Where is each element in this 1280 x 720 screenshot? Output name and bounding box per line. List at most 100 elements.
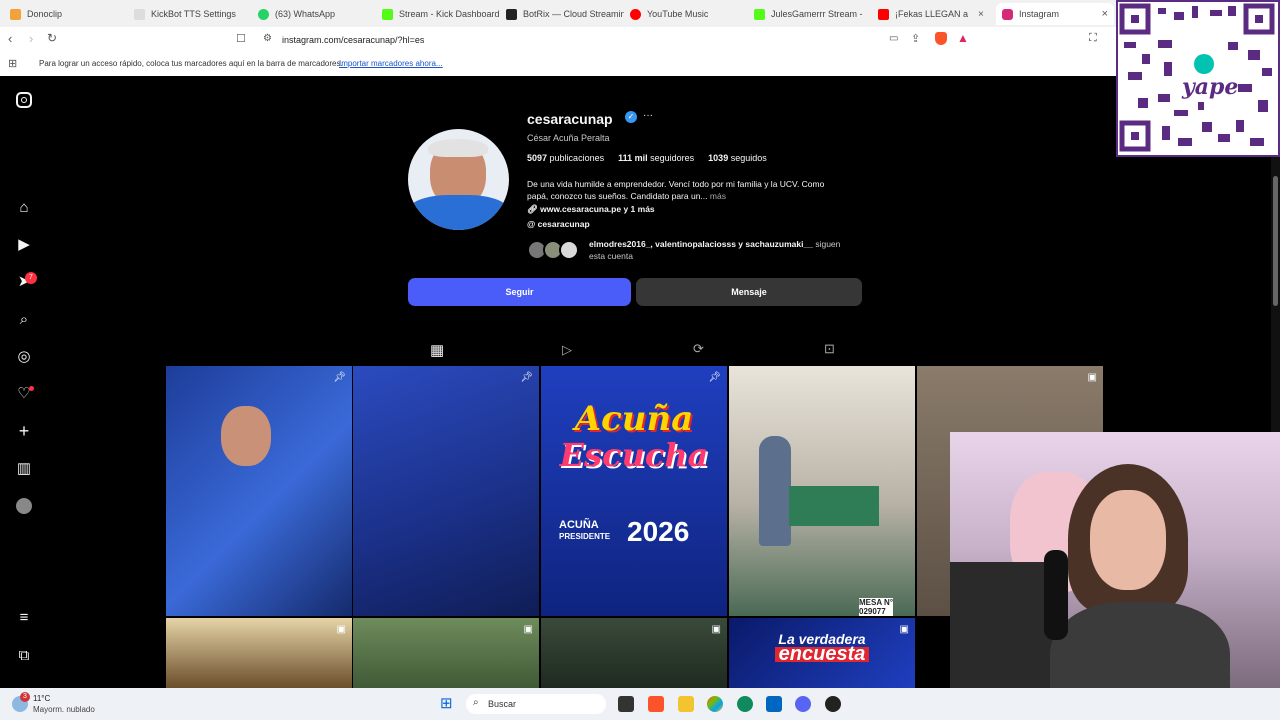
followers-stat[interactable]: 111 mil seguidores <box>618 153 694 163</box>
qr-code: yape <box>1119 3 1275 152</box>
post-year: 2026 <box>627 516 690 547</box>
posts-count: 5097 <box>527 153 548 163</box>
taskbar-search[interactable]: ⌕ Buscar <box>466 694 606 714</box>
discord-icon[interactable] <box>795 696 811 712</box>
tab-whatsapp[interactable]: (63) WhatsApp <box>258 3 376 25</box>
close-icon[interactable]: × <box>978 9 984 20</box>
dashboard-icon[interactable]: ▥ <box>15 460 33 478</box>
address-bar[interactable]: ⚙ instagram.com/cesaracunap/?hl=es <box>255 30 975 50</box>
menu-icon[interactable]: ≡ <box>15 609 33 627</box>
tab-instagram[interactable]: Instagram × <box>996 3 1114 25</box>
post-thumbnail[interactable]: ▣ <box>541 618 727 688</box>
cast-icon[interactable]: ▭ <box>889 33 898 44</box>
followed-by-avatars[interactable] <box>527 240 587 260</box>
profile-link[interactable]: 🔗︎ www.cesaracuna.pe y 1 más <box>527 204 655 215</box>
yape-qr-overlay: yape <box>1116 0 1280 157</box>
bookmark-icon[interactable]: ☐ <box>236 32 246 45</box>
weather-badge: 3 <box>20 692 30 702</box>
post-title-line: Acuña <box>574 399 694 439</box>
post-title-line: Escucha <box>559 436 709 474</box>
reload-icon[interactable]: ↻ <box>47 31 57 45</box>
threads-link[interactable]: @ cesaracunap <box>527 219 590 229</box>
threads-handle: cesaracunap <box>537 219 590 229</box>
copilot-icon[interactable] <box>707 696 723 712</box>
reels-icon[interactable]: ▶ <box>15 236 33 254</box>
following-label: seguidos <box>730 153 767 163</box>
tab-donoclip[interactable]: Donoclip <box>10 3 128 25</box>
tab-label: KickBot TTS Settings <box>151 9 236 19</box>
followed-by-text[interactable]: elmodres2016_, valentinopalaciosss y sac… <box>589 238 840 262</box>
brave-rewards-icon[interactable]: ▲ <box>957 31 969 45</box>
post-thumbnail[interactable]: ▣ <box>353 618 539 688</box>
weather-description: Mayorm. nublado <box>33 705 95 714</box>
import-bookmarks-link[interactable]: Importar marcadores ahora... <box>339 59 443 68</box>
profile-avatar-icon[interactable] <box>16 498 32 514</box>
apps-grid-icon[interactable]: ⊞ <box>8 57 17 70</box>
back-icon[interactable]: ‹ <box>8 31 12 46</box>
url-text: instagram.com/cesaracunap/?hl=es <box>282 35 425 45</box>
post-subtitle: PRESIDENTE <box>559 532 611 541</box>
threads-icon: @ <box>527 219 538 229</box>
search-icon[interactable]: ⌕ <box>15 311 33 329</box>
forward-icon[interactable]: › <box>29 31 33 46</box>
brave-shield-icon[interactable] <box>935 32 947 45</box>
profile-link-text: www.cesaracuna.pe y 1 más <box>540 204 655 214</box>
site-info-icon[interactable]: ⚙ <box>263 33 272 44</box>
tagged-tab-icon[interactable]: ⊡ <box>824 341 835 357</box>
weather-temp: 11°C <box>33 694 51 703</box>
reel-icon: ▣ <box>523 624 533 635</box>
home-icon[interactable]: ⌂ <box>15 199 33 217</box>
more-options-icon[interactable]: ··· <box>643 110 653 121</box>
tab-youtube-music[interactable]: YouTube Music <box>630 3 748 25</box>
tab-kick-dashboard[interactable]: Stream - Kick Dashboard <box>382 3 500 25</box>
edge-icon[interactable] <box>737 696 753 712</box>
task-view-icon[interactable] <box>618 696 634 712</box>
post-thumbnail[interactable]: 📌︎ <box>353 366 539 616</box>
following-stat[interactable]: 1039 seguidos <box>708 153 767 163</box>
notification-badge: 7 <box>25 272 37 284</box>
bio-more-link[interactable]: más <box>710 191 726 201</box>
profile-username: cesaracunap <box>527 111 613 127</box>
scrollbar-thumb[interactable] <box>1273 176 1278 306</box>
tab-fekas[interactable]: ¡Fekas LLEGAN a × <box>878 3 988 25</box>
explore-icon[interactable]: ◎ <box>15 348 33 366</box>
post-thumbnail[interactable]: ▣ <box>166 618 352 688</box>
whatsapp-icon <box>258 8 269 20</box>
post-thumbnail[interactable]: 📌︎ Acuña Escucha ACUÑA PRESIDENTE 2026 <box>541 366 727 616</box>
verified-badge-icon: ✓ <box>625 111 637 123</box>
bio-line: papá, conozco tus sueños. Candidato para… <box>527 191 708 201</box>
posts-grid-icon[interactable]: ▦ <box>430 341 444 359</box>
followed-by-names: elmodres2016_, valentinopalaciosss y sac… <box>589 239 813 249</box>
file-explorer-icon[interactable] <box>678 696 694 712</box>
post-thumbnail[interactable]: MESA N° 029077 <box>729 366 915 616</box>
reels-tab-icon[interactable]: ▷ <box>562 342 572 358</box>
profile-stats: 5097 publicaciones 111 mil seguidores 10… <box>527 153 767 163</box>
browser-toolbar: ‹ › ↻ ☐ ⚙ instagram.com/cesaracunap/?hl=… <box>0 27 1280 53</box>
tab-botrix[interactable]: BotRix — Cloud Streamin <box>506 3 624 25</box>
instagram-sidebar: ⌂ ▶ ➤ 7 ⌕ ◎ ♡ + ▥ ≡ ⧉ <box>0 76 48 688</box>
profile-full-name: César Acuña Peralta <box>527 133 610 143</box>
obs-icon[interactable] <box>825 696 841 712</box>
windows-start-icon[interactable]: ⊞ <box>440 696 453 712</box>
profile-picture[interactable] <box>408 129 509 230</box>
tab-kickbot[interactable]: KickBot TTS Settings <box>134 3 252 25</box>
post-thumbnail[interactable]: ▣ La verdadera encuesta <box>729 618 915 688</box>
tab-label: Instagram <box>1019 9 1060 19</box>
tab-label: JulesGamerrr Stream - W <box>771 9 864 19</box>
reposts-tab-icon[interactable]: ⟳ <box>693 341 704 357</box>
followers-count: 111 mil <box>618 153 648 163</box>
follow-button[interactable]: Seguir <box>408 278 631 306</box>
more-apps-icon[interactable]: ⧉ <box>15 647 33 665</box>
instagram-logo-icon[interactable] <box>16 92 32 108</box>
post-thumbnail[interactable]: 📌︎ <box>166 366 352 616</box>
posts-stat: 5097 publicaciones <box>527 153 604 163</box>
store-icon[interactable] <box>766 696 782 712</box>
tab-label: YouTube Music <box>647 9 709 19</box>
close-icon[interactable]: × <box>1102 8 1108 20</box>
create-icon[interactable]: + <box>15 422 33 440</box>
tab-julesgamerrr[interactable]: JulesGamerrr Stream - W <box>754 3 864 25</box>
message-button[interactable]: Mensaje <box>636 278 862 306</box>
extensions-icon[interactable]: ⛶ <box>1089 32 1097 45</box>
share-icon[interactable]: ⇪ <box>911 32 920 45</box>
brave-icon[interactable] <box>648 696 664 712</box>
